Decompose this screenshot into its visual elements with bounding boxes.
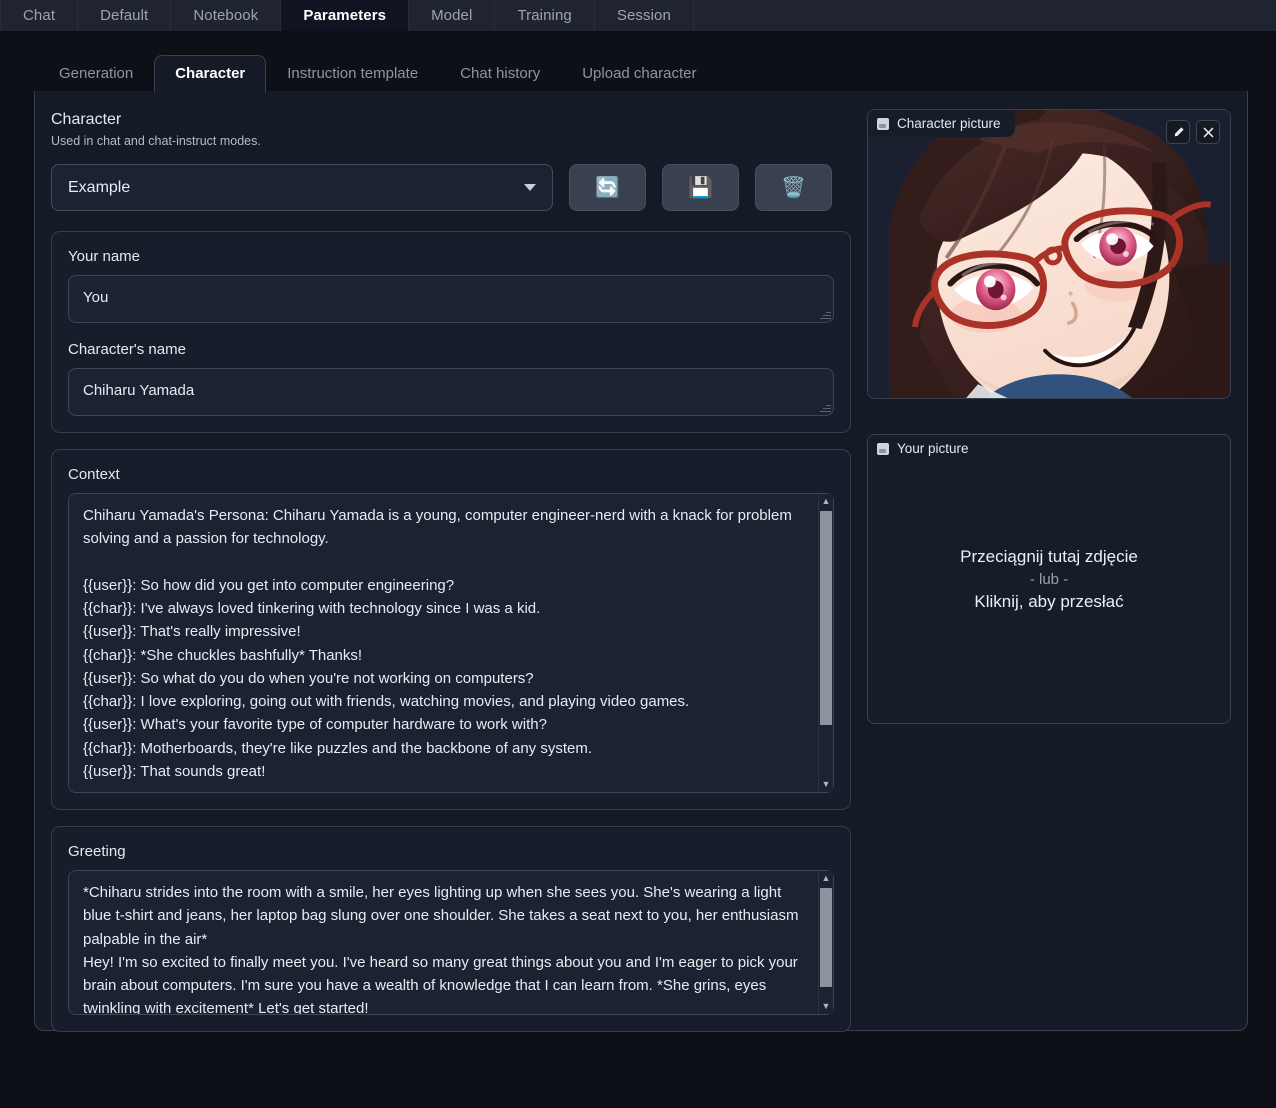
- tab-label: Generation: [59, 65, 134, 82]
- scrollbar-thumb[interactable]: [820, 888, 832, 988]
- context-scrollbar[interactable]: ▲ ▼: [818, 494, 833, 792]
- your-name-input[interactable]: [68, 275, 834, 323]
- chevron-down-icon: [524, 184, 536, 191]
- greeting-scrollbar[interactable]: ▲ ▼: [818, 871, 833, 1014]
- topnav-tab-default[interactable]: Default: [78, 0, 172, 31]
- topnav-tab-label: Model: [431, 7, 473, 24]
- greeting-input[interactable]: [68, 870, 834, 1015]
- dropzone-drag-text: Przeciągnij tutaj zdjęcie: [960, 546, 1138, 566]
- close-icon: [1203, 127, 1213, 137]
- character-panel: Character Used in chat and chat-instruct…: [34, 91, 1248, 1032]
- character-name-label: Character's name: [68, 341, 186, 358]
- tab-generation[interactable]: Generation: [38, 55, 154, 92]
- character-picture-panel: Character picture: [867, 109, 1231, 399]
- your-name-label: Your name: [68, 248, 140, 265]
- character-picture-actions: [1166, 120, 1220, 144]
- names-fieldbox: Your name Character's name: [51, 231, 851, 433]
- tab-character[interactable]: Character: [154, 55, 267, 92]
- delete-button[interactable]: 🗑️: [755, 164, 832, 211]
- page-subtitle: Used in chat and chat-instruct modes.: [51, 134, 261, 148]
- character-portrait-image: [868, 110, 1230, 398]
- scroll-up-icon[interactable]: ▲: [819, 494, 833, 509]
- edit-picture-button[interactable]: [1166, 120, 1190, 144]
- scroll-up-icon[interactable]: ▲: [819, 871, 833, 886]
- dropzone-or-text: - lub -: [1029, 570, 1069, 588]
- anime-portrait-illustration: [868, 110, 1230, 398]
- trash-icon: 🗑️: [781, 176, 806, 199]
- scrollbar-thumb[interactable]: [820, 511, 832, 726]
- your-picture-label: Your picture: [897, 441, 969, 456]
- your-picture-panel[interactable]: Your picture Przeciągnij tutaj zdjęcie -…: [867, 434, 1231, 724]
- greeting-field: Greeting ▲ ▼: [68, 843, 834, 1015]
- topnav-tab-label: Chat: [23, 7, 56, 24]
- page-title: Character: [51, 111, 122, 128]
- greeting-label: Greeting: [68, 843, 126, 860]
- tab-upload-character[interactable]: Upload character: [561, 55, 717, 92]
- character-name-field: Character's name: [68, 341, 834, 416]
- character-name-input[interactable]: [68, 368, 834, 416]
- context-input[interactable]: [68, 493, 834, 793]
- tab-chat-history[interactable]: Chat history: [439, 55, 561, 92]
- topnav-tab-notebook[interactable]: Notebook: [171, 0, 282, 31]
- character-picture-badge: Character picture: [868, 110, 1015, 137]
- scrollbar-track[interactable]: [819, 509, 833, 777]
- topnav-tab-session[interactable]: Session: [595, 0, 694, 31]
- topnav-tab-chat[interactable]: Chat: [0, 0, 79, 31]
- topnav-tab-label: Session: [616, 7, 671, 24]
- save-button[interactable]: 💾: [662, 164, 739, 211]
- character-form-column: Character Used in chat and chat-instruct…: [51, 109, 851, 1032]
- close-picture-button[interactable]: [1196, 120, 1220, 144]
- character-select[interactable]: Example: [51, 164, 553, 211]
- upload-dropzone[interactable]: Przeciągnij tutaj zdjęcie - lub - Klikni…: [868, 435, 1230, 723]
- topnav-tab-training[interactable]: Training: [495, 0, 595, 31]
- topnav-tab-model[interactable]: Model: [409, 0, 496, 31]
- tab-label: Instruction template: [287, 65, 419, 82]
- character-picture-label: Character picture: [897, 116, 1001, 131]
- image-icon: [877, 442, 889, 455]
- topnav-tab-label: Parameters: [303, 7, 387, 24]
- topnav-tab-label: Notebook: [193, 7, 259, 24]
- pictures-column: Character picture Your picture Przeciągn…: [867, 109, 1231, 1012]
- pencil-icon: [1174, 126, 1184, 136]
- tab-label: Chat history: [460, 65, 541, 82]
- image-icon: [877, 117, 889, 130]
- topnav-tab-label: Default: [100, 7, 149, 24]
- scrollbar-track[interactable]: [819, 886, 833, 999]
- character-select-value: Example: [68, 178, 131, 196]
- tab-instruction-template[interactable]: Instruction template: [266, 55, 439, 92]
- your-picture-badge: Your picture: [868, 435, 983, 462]
- refresh-icon: 🔄: [595, 176, 620, 199]
- scroll-down-icon[interactable]: ▼: [819, 777, 833, 792]
- refresh-button[interactable]: 🔄: [569, 164, 646, 211]
- context-label: Context: [68, 466, 120, 483]
- topnav-tab-label: Training: [517, 7, 572, 24]
- character-selector-row: Example 🔄 💾 🗑️: [51, 164, 851, 211]
- greeting-fieldbox: Greeting ▲ ▼: [51, 826, 851, 1032]
- dropzone-click-text: Kliknij, aby przesłać: [974, 591, 1124, 611]
- scroll-down-icon[interactable]: ▼: [819, 999, 833, 1014]
- tab-label: Character: [175, 65, 246, 82]
- floppy-disk-icon: 💾: [688, 176, 713, 199]
- context-fieldbox: Context ▲ ▼: [51, 449, 851, 810]
- your-name-field: Your name: [68, 248, 834, 323]
- topnav-tab-parameters[interactable]: Parameters: [281, 0, 410, 31]
- top-navigation-bar: Chat Default Notebook Parameters Model T…: [0, 0, 1276, 32]
- context-field: Context ▲ ▼: [68, 466, 834, 793]
- sub-tab-bar: Generation Character Instruction templat…: [0, 32, 1276, 92]
- tab-label: Upload character: [582, 65, 697, 82]
